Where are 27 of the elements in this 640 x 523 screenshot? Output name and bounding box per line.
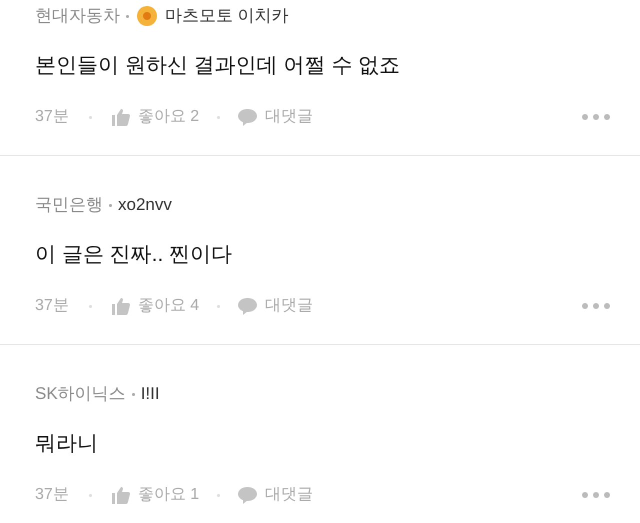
speech-bubble-icon <box>238 486 258 504</box>
time-text: 37분 <box>35 485 69 505</box>
thumbs-up-icon <box>112 108 130 126</box>
thumbs-up-icon <box>112 486 130 504</box>
company-name: SK하이닉스 <box>35 383 126 406</box>
reply-button[interactable]: 대댓글 <box>238 483 314 507</box>
thumbs-up-icon <box>112 298 130 314</box>
company-name: 국민은행 <box>35 194 103 216</box>
more-icon[interactable] <box>582 492 610 498</box>
speech-bubble-icon <box>238 298 258 314</box>
time-text: 37분 <box>35 107 69 127</box>
more-icon[interactable] <box>582 114 610 120</box>
like-button[interactable]: 좋아요 2 <box>112 105 200 129</box>
author-name[interactable]: I!II <box>140 381 160 407</box>
company-name: 현대자동차 <box>35 5 120 28</box>
comment-text: 본인들이 원하신 결과인데 어쩔 수 없죠 <box>35 53 402 79</box>
speech-bubble-icon <box>238 108 258 126</box>
more-icon[interactable] <box>582 303 610 309</box>
author-name[interactable]: 마츠모토 이치카 <box>165 3 289 29</box>
like-button[interactable]: 좋아요 1 <box>112 483 200 507</box>
comment-text: 뭐라니 <box>35 431 99 457</box>
like-button[interactable]: 좋아요 4 <box>112 294 200 318</box>
time-text: 37분 <box>35 296 69 316</box>
reply-button[interactable]: 대댓글 <box>238 105 314 129</box>
comment-text: 이 글은 진짜.. 찐이다 <box>35 242 234 268</box>
author-name[interactable]: xo2nvv <box>118 192 172 218</box>
reply-button[interactable]: 대댓글 <box>238 294 314 318</box>
